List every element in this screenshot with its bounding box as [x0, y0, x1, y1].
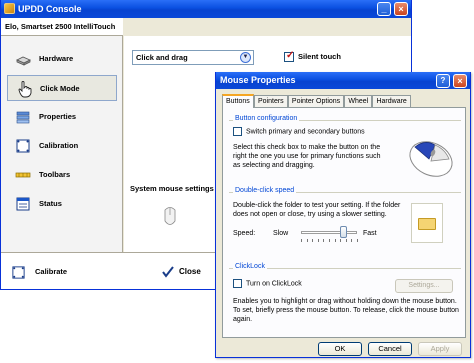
fast-label: Fast [363, 230, 377, 237]
checkbox-unchecked-icon[interactable] [233, 279, 242, 288]
sidebar-item-hardware[interactable]: Hardware [7, 46, 117, 72]
sidebar-item-click-mode[interactable]: Click Mode [7, 75, 117, 101]
chevron-down-icon[interactable]: ▼ [240, 52, 251, 63]
slider-tick [301, 239, 302, 242]
switch-buttons-checkbox[interactable]: Switch primary and secondary buttons [233, 127, 365, 136]
sidebar-item-toolbars[interactable]: Toolbars [7, 162, 117, 188]
speed-slider-track[interactable] [301, 231, 357, 234]
tab-strip: Buttons Pointers Pointer Options Wheel H… [222, 94, 411, 108]
buttons-tab-panel: Button configuration Switch primary and … [222, 107, 466, 338]
slider-tick [312, 239, 314, 242]
slider-tick [345, 239, 347, 242]
mouse-icon[interactable] [162, 206, 178, 228]
minimize-button[interactable]: _ [377, 2, 391, 16]
mouse-properties-title: Mouse Properties [220, 75, 296, 85]
ok-button[interactable]: OK [318, 342, 362, 356]
clicklock-checkbox[interactable]: Turn on ClickLock [233, 279, 302, 288]
tab-buttons[interactable]: Buttons [222, 94, 254, 108]
device-name: Elo, Smartset 2500 IntelliTouch [1, 18, 123, 36]
sidebar-item-calibration[interactable]: Calibration [7, 133, 117, 159]
slider-tick [334, 239, 336, 242]
sidebar-item-label: Status [39, 199, 62, 208]
help-button[interactable]: ? [436, 74, 450, 88]
clicklock-group: ClickLock Turn on ClickLock Settings... … [229, 263, 461, 334]
calibration-icon [12, 266, 25, 279]
button-config-description: Select this check box to make the button… [233, 144, 381, 169]
slider-tick [323, 239, 325, 242]
slider-tick [329, 239, 330, 242]
cancel-button[interactable]: Cancel [368, 342, 412, 356]
slider-tick [340, 239, 342, 242]
status-icon [16, 197, 30, 211]
switch-buttons-label: Switch primary and secondary buttons [246, 128, 365, 136]
toolbars-icon [15, 172, 31, 178]
test-folder-area[interactable] [411, 203, 443, 243]
checkbox-unchecked-icon[interactable] [233, 127, 242, 136]
app-icon [4, 3, 15, 14]
double-click-description: Double-click the folder to test your set… [233, 202, 401, 218]
updd-title: UPDD Console [18, 4, 82, 14]
silent-touch-checkbox[interactable]: Silent touch [284, 50, 341, 63]
button-configuration-group: Button configuration Switch primary and … [229, 115, 461, 186]
clicklock-label: Turn on ClickLock [246, 280, 302, 288]
hand-pointer-icon [18, 81, 32, 98]
close-label: Close [179, 267, 201, 276]
click-mode-value: Click and drag [136, 53, 188, 62]
double-click-speed-group: Double-click speed Double-click the fold… [229, 187, 461, 262]
sidebar-item-label: Hardware [39, 54, 74, 63]
sidebar-item-label: Toolbars [39, 170, 71, 179]
speed-label: Speed: [233, 230, 256, 237]
clicklock-settings-button[interactable]: Settings... [395, 279, 453, 293]
updd-title-bar[interactable]: UPDD Console _ × [1, 0, 411, 18]
sidebar-item-status[interactable]: Status [7, 191, 117, 217]
click-mode-dropdown[interactable]: Click and drag ▼ [132, 50, 254, 65]
system-mouse-settings-label: System mouse settings [130, 184, 214, 193]
checkbox-checked-icon[interactable] [284, 50, 294, 63]
slider-tick [306, 239, 308, 242]
group-title: ClickLock [233, 263, 267, 270]
slider-tick [317, 239, 319, 242]
mouse-illustration-icon [409, 141, 453, 177]
folder-icon[interactable] [418, 218, 436, 230]
calibrate-button[interactable]: Calibrate [11, 265, 67, 279]
slider-tick [351, 239, 353, 242]
sidebar-item-properties[interactable]: Properties [7, 104, 117, 130]
slow-label: Slow [273, 230, 289, 237]
checkmark-icon [162, 266, 174, 278]
sidebar-item-label: Click Mode [40, 84, 80, 93]
mouse-properties-dialog: Mouse Properties ? × Buttons Pointers Po… [215, 72, 471, 358]
close-button[interactable]: Close [161, 265, 201, 279]
close-dialog-button[interactable]: × [453, 74, 467, 88]
speed-slider-thumb[interactable] [340, 226, 347, 238]
calibration-icon [16, 139, 30, 153]
silent-touch-label: Silent touch [298, 52, 341, 61]
sidebar: Hardware Click Mode Properties Calibrati… [1, 36, 123, 252]
hardware-icon [16, 56, 31, 66]
close-window-button[interactable]: × [394, 2, 408, 16]
sidebar-item-label: Properties [39, 112, 77, 121]
group-title: Button configuration [233, 115, 300, 122]
slider-tick [357, 239, 358, 242]
calibrate-label: Calibrate [35, 267, 68, 276]
group-title: Double-click speed [233, 187, 297, 194]
clicklock-description: Enables you to highlight or drag without… [233, 298, 459, 323]
sidebar-item-label: Calibration [39, 141, 79, 150]
mouse-properties-title-bar[interactable]: Mouse Properties ? × [216, 72, 470, 89]
properties-icon [16, 111, 30, 124]
apply-button[interactable]: Apply [418, 342, 462, 356]
